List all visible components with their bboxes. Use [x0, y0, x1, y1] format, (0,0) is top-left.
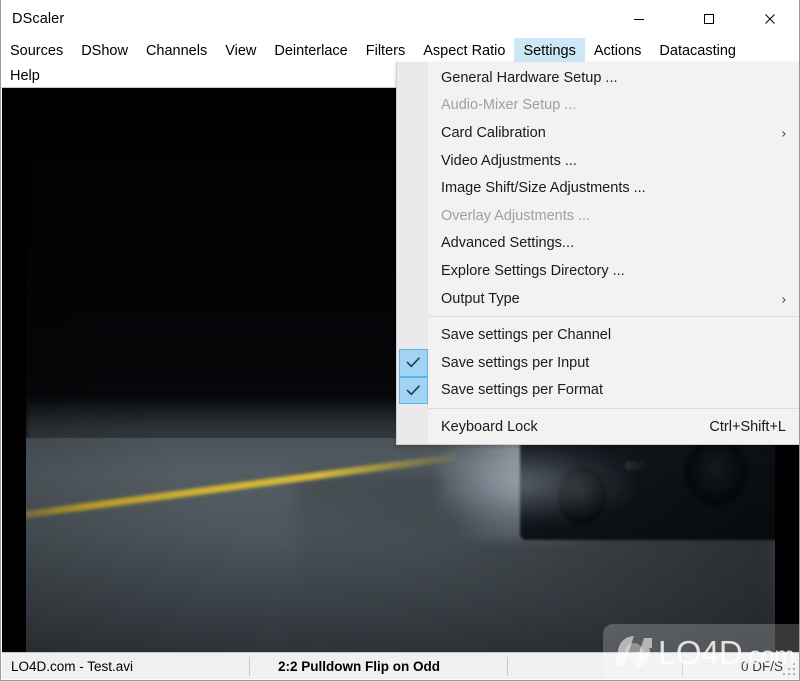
menu-item-label: Advanced Settings...	[441, 235, 574, 252]
menu-item-general-hardware-setup[interactable]: General Hardware Setup ...	[397, 64, 799, 92]
status-file-label: LO4D.com - Test.avi	[11, 658, 134, 674]
status-blank-panel	[508, 653, 682, 680]
settings-dropdown-menu: General Hardware Setup ... Audio-Mixer S…	[396, 62, 799, 445]
status-mode-label: 2:2 Pulldown Flip on Odd	[278, 658, 440, 674]
menu-deinterlace[interactable]: Deinterlace	[265, 38, 356, 63]
menu-item-label: Overlay Adjustments ...	[441, 207, 591, 224]
window-title: DScaler	[12, 11, 65, 27]
menu-item-save-settings-per-format[interactable]: Save settings per Format	[397, 376, 799, 405]
status-file-panel: LO4D.com - Test.avi	[2, 653, 249, 680]
menu-item-shortcut: Ctrl+Shift+L	[709, 418, 786, 435]
menu-bar-row-2: Help	[1, 63, 49, 88]
menu-item-video-adjustments[interactable]: Video Adjustments ...	[397, 147, 799, 175]
resize-grip[interactable]	[783, 663, 796, 676]
menu-item-save-settings-per-input[interactable]: Save settings per Input	[397, 348, 799, 377]
maximize-button[interactable]	[686, 0, 732, 38]
menu-item-output-type[interactable]: Output Type ›	[397, 285, 799, 313]
checkmark-icon	[399, 376, 428, 405]
minimize-button[interactable]	[616, 0, 662, 38]
maximize-icon	[704, 14, 714, 24]
menu-aspect-ratio-label: Aspect Ratio	[423, 42, 506, 59]
menu-item-save-settings-per-channel[interactable]: Save settings per Channel	[397, 321, 799, 349]
menu-item-label: Keyboard Lock	[441, 418, 538, 435]
menu-aspect-ratio[interactable]: Aspect Ratio	[414, 38, 514, 63]
menu-item-label: Save settings per Format	[441, 382, 603, 399]
menu-item-audio-mixer-setup: Audio-Mixer Setup ...	[397, 92, 799, 120]
menu-filters-label: Filters	[365, 42, 406, 59]
menu-item-label: Output Type	[441, 290, 520, 307]
menu-item-label: Card Calibration	[441, 124, 546, 141]
menu-actions[interactable]: Actions	[585, 38, 651, 63]
menu-channels[interactable]: Channels	[137, 38, 216, 63]
menu-datacasting[interactable]: Datacasting	[650, 38, 745, 63]
menu-item-label: Save settings per Channel	[441, 327, 612, 344]
close-icon	[765, 14, 775, 24]
menu-item-label: Save settings per Input	[441, 354, 590, 371]
menu-item-advanced-settings[interactable]: Advanced Settings...	[397, 230, 799, 258]
status-fps-panel: 0 DF/S	[683, 653, 799, 680]
status-bar: LO4D.com - Test.avi 2:2 Pulldown Flip on…	[2, 652, 799, 679]
menu-filters[interactable]: Filters	[357, 38, 414, 63]
menu-separator	[428, 316, 799, 318]
menu-sources[interactable]: Sources	[1, 38, 72, 63]
menu-sources-label: Sources	[10, 42, 64, 59]
menu-item-label: Audio-Mixer Setup ...	[441, 97, 577, 114]
menu-help-label: Help	[10, 67, 40, 84]
chevron-right-icon: ›	[781, 125, 786, 141]
close-button[interactable]	[747, 0, 793, 38]
menu-item-label: Explore Settings Directory ...	[441, 262, 625, 279]
menu-bar-row-1: Sources DShow Channels View Deinterlace …	[1, 38, 745, 63]
menu-channels-label: Channels	[145, 42, 208, 59]
menu-actions-label: Actions	[593, 42, 642, 59]
menu-item-image-shift-size-adjustments[interactable]: Image Shift/Size Adjustments ...	[397, 174, 799, 202]
menu-help[interactable]: Help	[1, 63, 49, 88]
menu-item-label: General Hardware Setup ...	[441, 69, 618, 86]
menu-item-overlay-adjustments: Overlay Adjustments ...	[397, 202, 799, 230]
menu-item-label: Video Adjustments ...	[441, 152, 577, 169]
status-mode-panel: 2:2 Pulldown Flip on Odd	[250, 653, 507, 680]
menu-item-explore-settings-directory[interactable]: Explore Settings Directory ...	[397, 257, 799, 285]
menu-deinterlace-label: Deinterlace	[274, 42, 348, 59]
menu-datacasting-label: Datacasting	[659, 42, 736, 59]
checkmark-icon	[399, 348, 428, 377]
menu-item-card-calibration[interactable]: Card Calibration ›	[397, 119, 799, 147]
minimize-icon	[634, 19, 644, 20]
menu-separator	[428, 408, 799, 410]
menu-dshow[interactable]: DShow	[72, 38, 137, 63]
dscaler-window: DScaler Sources DShow Channels View Dein…	[0, 0, 800, 681]
menu-settings-label: Settings	[523, 42, 576, 59]
status-fps-label: 0 DF/S	[741, 658, 784, 674]
menu-dshow-label: DShow	[81, 42, 128, 59]
menu-view-label: View	[225, 42, 257, 59]
title-bar: DScaler	[1, 0, 799, 38]
menu-view[interactable]: View	[216, 38, 265, 63]
chevron-right-icon: ›	[781, 291, 786, 307]
menu-item-label: Image Shift/Size Adjustments ...	[441, 180, 646, 197]
menu-settings[interactable]: Settings	[514, 38, 585, 63]
menu-item-keyboard-lock[interactable]: Keyboard Lock Ctrl+Shift+L	[397, 413, 799, 441]
